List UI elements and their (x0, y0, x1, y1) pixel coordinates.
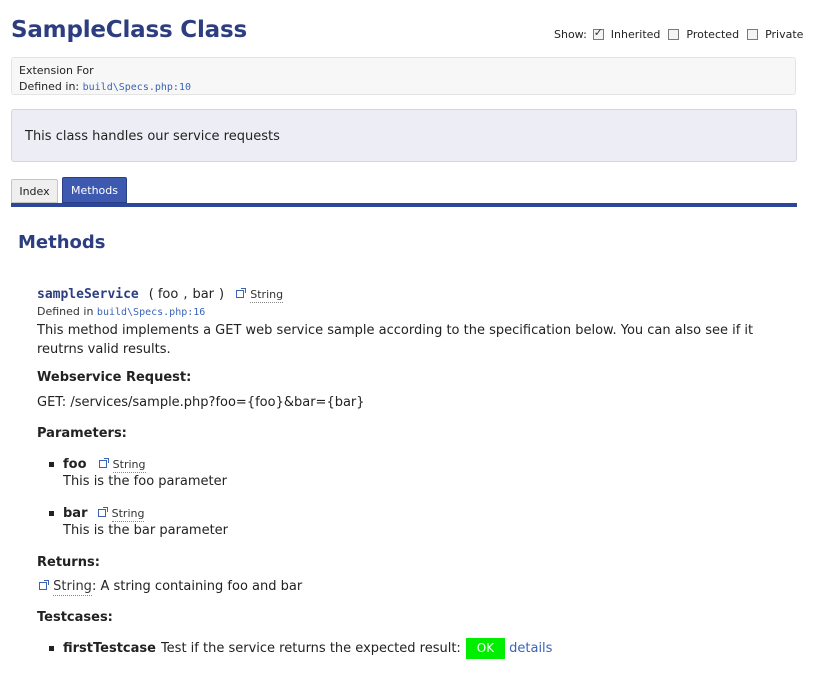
param-item: foo String This is the foo parameter (49, 457, 227, 489)
external-link-icon (236, 288, 247, 298)
webservice-value: GET: /services/sample.php?foo={foo}&bar=… (37, 395, 365, 410)
testcase-item: firstTestcase Test if the service return… (49, 638, 552, 659)
paren-open: ( (148, 287, 154, 302)
private-label[interactable]: Private (765, 28, 803, 41)
method-defined-row: Defined in build\Specs.php:16 (37, 305, 205, 318)
parameters-heading: Parameters: (37, 426, 127, 441)
param-type-link[interactable]: String (98, 457, 146, 473)
method-defined-label: Defined in (37, 305, 94, 318)
bullet (49, 511, 54, 516)
return-type-link[interactable]: String (236, 287, 284, 303)
defined-in-link[interactable]: build\Specs.php:10 (83, 82, 191, 93)
external-link-icon (98, 458, 109, 468)
visibility-filter: Show: Inherited Protected Private (554, 26, 803, 41)
param-desc: This is the foo parameter (63, 474, 227, 489)
tab-methods[interactable]: Methods (62, 177, 127, 203)
inherited-label[interactable]: Inherited (611, 28, 661, 41)
class-info-box: Extension For Defined in: build\Specs.ph… (11, 57, 796, 95)
method-desc-line-1: This method implements a GET web service… (37, 323, 754, 338)
returns-desc: : A string containing foo and bar (91, 579, 303, 594)
method-signature: sampleService ( foo , bar ) String (37, 287, 284, 303)
returns-type: String (53, 579, 92, 596)
param-name: foo (63, 457, 87, 472)
tab-index[interactable]: Index (11, 179, 58, 203)
tab-divider (11, 203, 797, 207)
defined-in-label: Defined in: (19, 80, 80, 93)
status-badge: OK (465, 638, 506, 659)
param-item: bar String This is the bar parameter (49, 506, 228, 538)
webservice-heading: Webservice Request: (37, 370, 192, 385)
return-type: String (250, 288, 284, 303)
paren-close: ) (219, 287, 225, 302)
show-label: Show: (554, 28, 587, 41)
bullet (49, 646, 54, 651)
testcase-desc: Test if the service returns the expected… (160, 641, 461, 656)
returns-heading: Returns: (37, 555, 100, 570)
param-foo-sig: foo (157, 287, 179, 302)
inherited-checkbox[interactable] (592, 26, 604, 40)
returns-type-link[interactable]: String (39, 579, 92, 596)
method-description: This method implements a GET web service… (37, 321, 753, 359)
defined-in-row: Defined in: build\Specs.php:10 (19, 79, 788, 96)
method-defined-link[interactable]: build\Specs.php:16 (97, 307, 205, 318)
param-bar-sig: bar (192, 287, 215, 302)
param-type: String (111, 507, 145, 522)
external-link-icon (39, 580, 49, 590)
testcases-heading: Testcases: (37, 610, 113, 625)
method-desc-line-2: reutrns valid results. (37, 342, 171, 357)
param-type: String (112, 458, 146, 473)
protected-label[interactable]: Protected (686, 28, 739, 41)
details-link[interactable]: details (509, 641, 552, 656)
extension-label: Extension For (19, 64, 94, 77)
returns-row: String : A string containing foo and bar (39, 579, 303, 596)
private-checkbox[interactable] (747, 29, 759, 40)
external-link-icon (97, 507, 108, 517)
section-title: Methods (18, 232, 106, 253)
param-type-link[interactable]: String (97, 506, 145, 522)
page-title: SampleClass Class (11, 17, 247, 43)
testcase-name: firstTestcase (63, 641, 156, 656)
protected-checkbox[interactable] (668, 29, 680, 40)
param-desc: This is the bar parameter (63, 523, 229, 538)
class-description: This class handles our service requests (11, 109, 797, 162)
sig-comma: , (183, 287, 188, 302)
bullet (49, 462, 54, 467)
param-name: bar (63, 506, 88, 521)
method-name: sampleService (37, 287, 139, 302)
